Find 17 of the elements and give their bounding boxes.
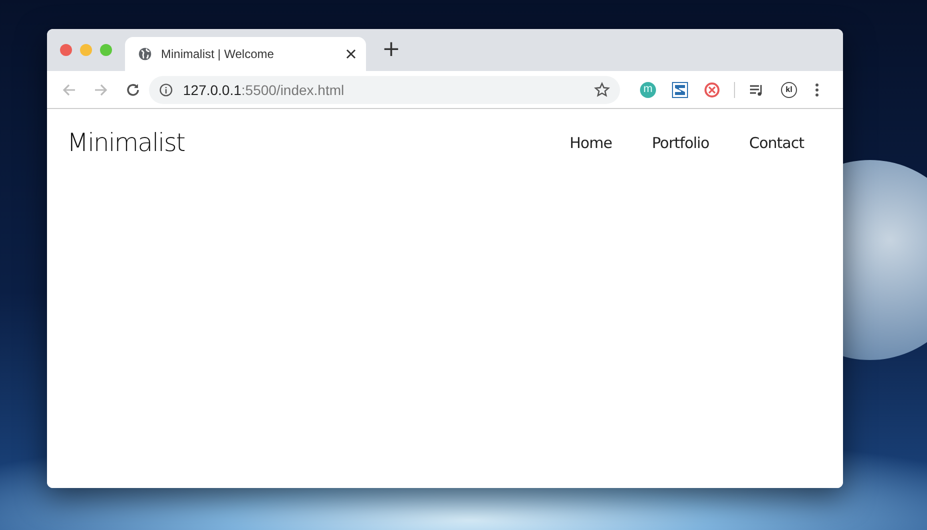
extension-icon[interactable]: kl bbox=[781, 82, 797, 98]
extension-icon[interactable] bbox=[704, 82, 720, 98]
site-logo[interactable]: Minimalist bbox=[67, 128, 185, 157]
nav-link[interactable]: Home bbox=[570, 134, 612, 152]
info-icon[interactable] bbox=[159, 82, 173, 96]
new-tab-button[interactable]: + bbox=[378, 39, 404, 61]
browser-tab[interactable]: Minimalist | Welcome bbox=[125, 37, 366, 71]
extension-icon[interactable] bbox=[672, 82, 688, 98]
globe-icon bbox=[138, 47, 152, 61]
address-bar[interactable]: 127.0.0.1:5500/index.html bbox=[149, 76, 620, 104]
close-window-icon[interactable] bbox=[60, 44, 72, 56]
menu-icon[interactable] bbox=[815, 82, 819, 98]
nav-link[interactable]: Contact bbox=[749, 134, 804, 152]
reload-icon[interactable] bbox=[125, 82, 141, 98]
star-icon[interactable] bbox=[594, 82, 610, 98]
nav-link[interactable]: Portfolio bbox=[652, 134, 710, 152]
close-icon[interactable] bbox=[346, 49, 356, 59]
